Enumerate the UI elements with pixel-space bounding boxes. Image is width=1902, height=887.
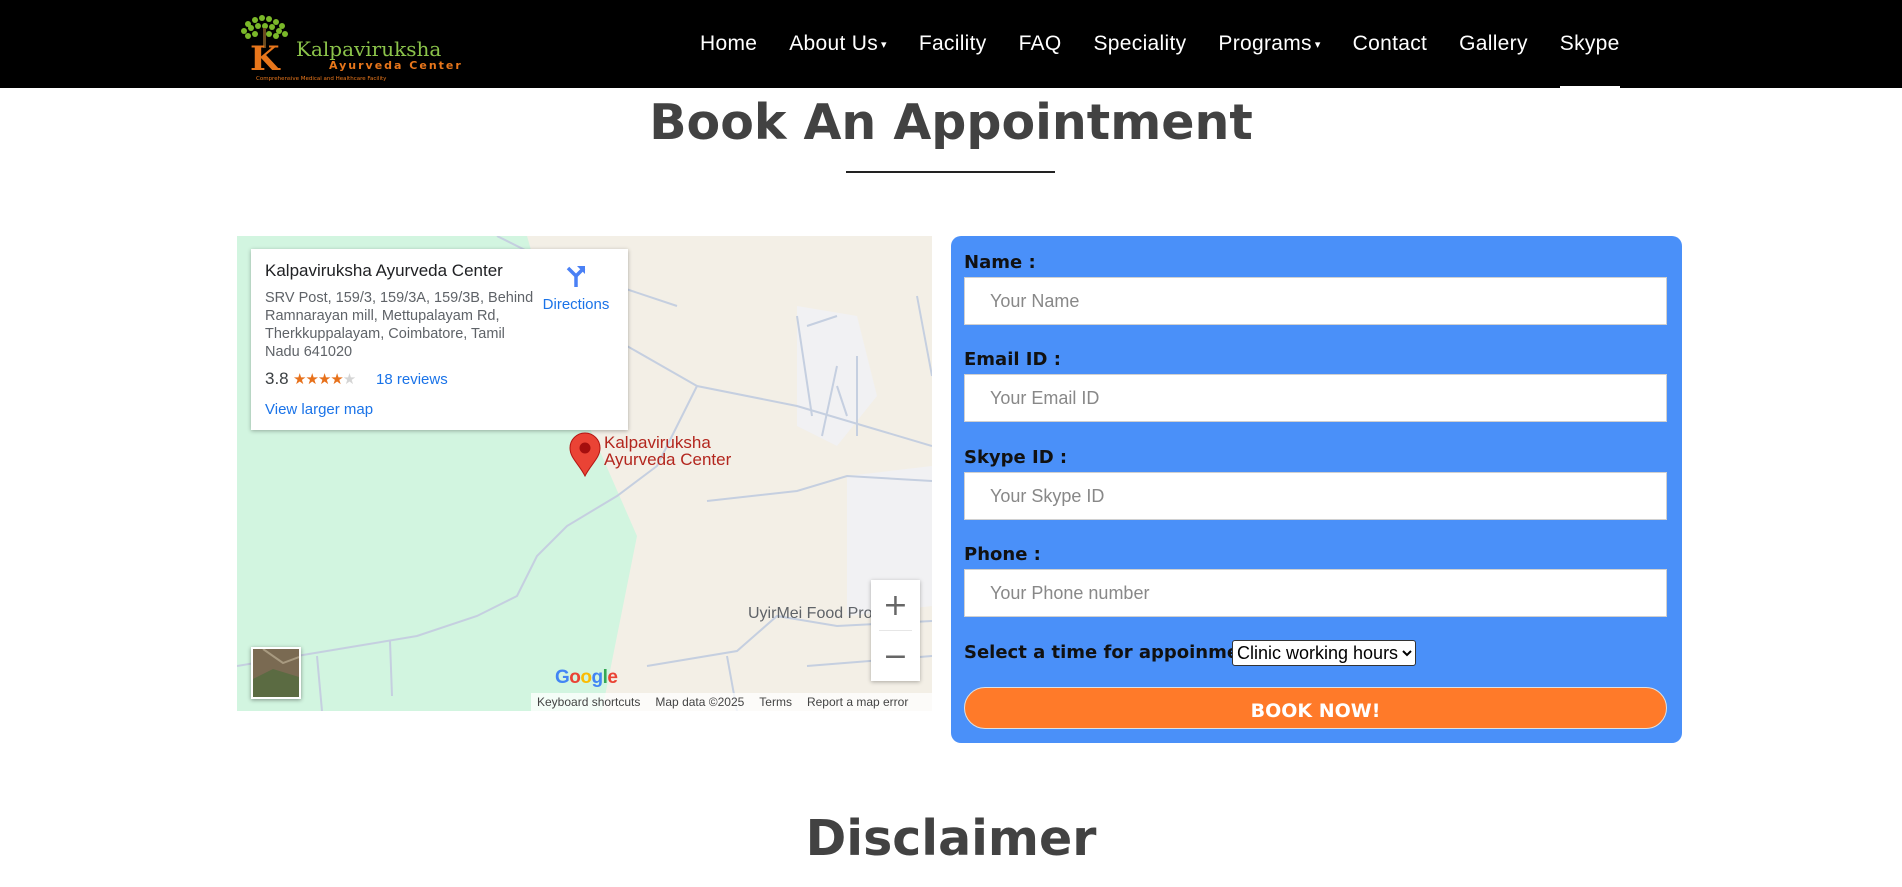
skype-input[interactable] [964, 472, 1667, 520]
phone-input[interactable] [964, 569, 1667, 617]
map-marker-icon[interactable] [568, 432, 602, 478]
star-icon: ★★★★ [293, 371, 344, 388]
time-select[interactable]: Clinic working hours [1232, 640, 1416, 666]
star-empty-icon: ★ [342, 371, 356, 388]
svg-text:Ayurveda Center: Ayurveda Center [329, 59, 462, 72]
rating-stars: ★★★★★ [293, 370, 356, 388]
nav-about-us[interactable]: About Us ▾ [789, 0, 887, 88]
name-label: Name : [964, 252, 1036, 273]
nav-speciality[interactable]: Speciality [1094, 0, 1187, 88]
directions-label: Directions [542, 296, 610, 313]
place-name: Kalpaviruksha Ayurveda Center [265, 261, 503, 280]
nav-skype[interactable]: Skype [1559, 0, 1620, 88]
view-larger-map-link[interactable]: View larger map [265, 401, 373, 418]
top-navbar: K Kalpaviruksha Ayurveda Center Comprehe… [0, 0, 1902, 88]
nav-home[interactable]: Home [700, 0, 757, 88]
keyboard-shortcuts-link[interactable]: Keyboard shortcuts [537, 695, 640, 709]
map-data-text: Map data ©2025 [655, 695, 745, 709]
satellite-layer-toggle[interactable] [251, 647, 301, 699]
site-logo[interactable]: K Kalpaviruksha Ayurveda Center Comprehe… [236, 14, 462, 84]
nav-faq[interactable]: FAQ [1019, 0, 1062, 88]
map-attribution: Keyboard shortcuts Map data ©2025 Terms … [531, 693, 932, 711]
main-nav: Home About Us ▾ Facility FAQ Speciality P… [700, 0, 1652, 88]
svg-text:Comprehensive Medical and Heal: Comprehensive Medical and Healthcare Fac… [256, 76, 387, 82]
nav-contact[interactable]: Contact [1353, 0, 1427, 88]
caret-down-icon: ▾ [881, 38, 887, 51]
nav-facility[interactable]: Facility [919, 0, 987, 88]
disclaimer-heading: Disclaimer [805, 810, 1097, 867]
place-rating: 3.8 [265, 369, 289, 388]
appointment-heading: Book An Appointment [649, 94, 1253, 151]
phone-label: Phone : [964, 544, 1041, 565]
heading-underline [846, 171, 1055, 173]
google-map[interactable]: Kalpaviruksha Ayurveda Center SRV Post, … [237, 236, 932, 711]
book-now-button[interactable]: BOOK NOW! [964, 687, 1667, 729]
logo-text: Kalpaviruksha [296, 37, 441, 61]
reviews-link[interactable]: 18 reviews [376, 371, 448, 388]
marker-label: Kalpaviruksha Ayurveda Center [604, 433, 732, 469]
appointment-form: Name : Email ID : Skype ID : Phone : Sel… [951, 236, 1682, 743]
name-input[interactable] [964, 277, 1667, 325]
satellite-thumbnail-icon [253, 649, 299, 697]
terms-link[interactable]: Terms [759, 695, 792, 709]
place-address: SRV Post, 159/3, 159/3A, 159/3B, Behind … [265, 290, 534, 360]
zoom-in-button[interactable]: + [871, 580, 920, 630]
report-error-link[interactable]: Report a map error [807, 695, 908, 709]
zoom-controls: + − [871, 580, 920, 681]
caret-down-icon: ▾ [1314, 38, 1321, 51]
directions-button[interactable]: Directions [535, 263, 617, 313]
skype-label: Skype ID : [964, 447, 1068, 468]
email-input[interactable] [964, 374, 1667, 422]
email-label: Email ID : [964, 349, 1061, 370]
nav-programs[interactable]: Programs ▾ [1218, 0, 1320, 88]
nav-gallery[interactable]: Gallery [1459, 0, 1528, 88]
google-logo: Google [555, 667, 618, 688]
svg-text:K: K [250, 39, 281, 79]
place-info-card: Kalpaviruksha Ayurveda Center SRV Post, … [251, 249, 628, 430]
time-label: Select a time for appoinment : [964, 642, 1274, 663]
zoom-out-button[interactable]: − [871, 631, 920, 681]
directions-icon [566, 266, 586, 287]
